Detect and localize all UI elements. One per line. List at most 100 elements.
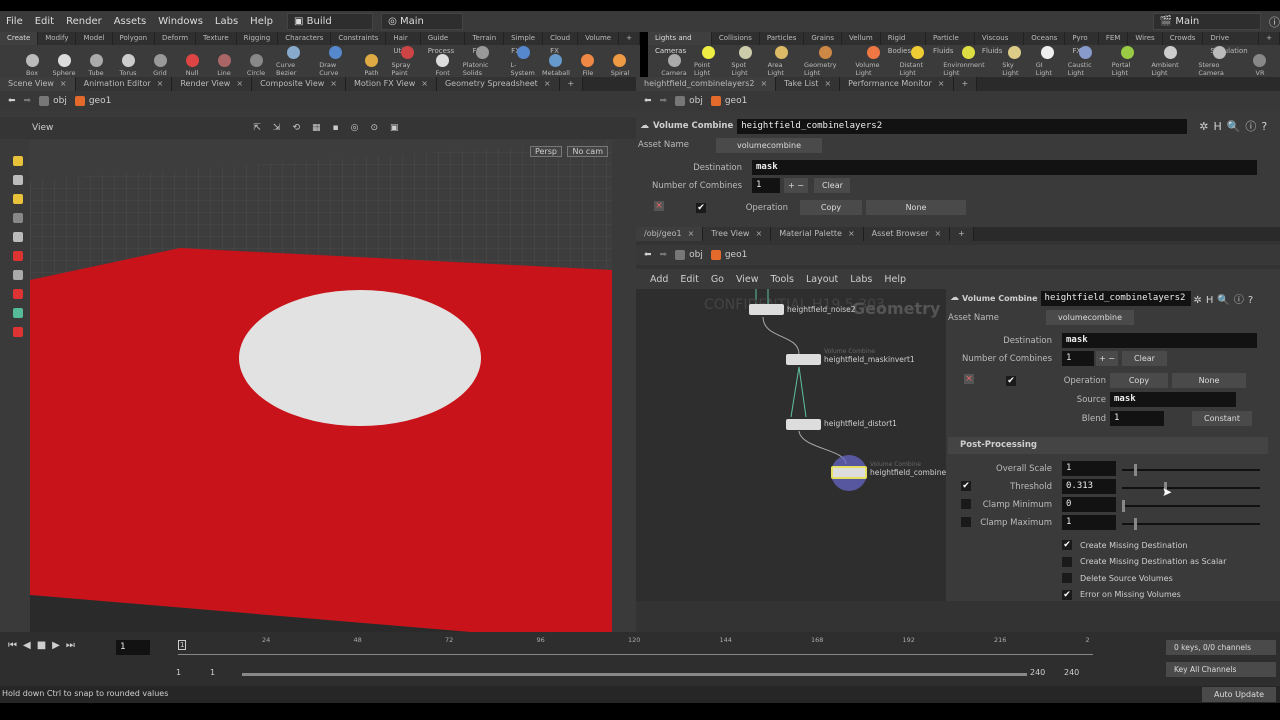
shelf-tab[interactable]: Rigging bbox=[237, 32, 279, 45]
enable-checkbox[interactable]: ✔ bbox=[696, 203, 706, 213]
clear-button[interactable]: Clear bbox=[814, 178, 850, 193]
option-checkbox[interactable]: ✔ bbox=[1062, 589, 1072, 600]
shelf-tool[interactable]: Null bbox=[180, 54, 204, 77]
blend-field[interactable]: 1 bbox=[1110, 411, 1164, 426]
option-row[interactable]: Delete Source Volumes bbox=[1062, 570, 1226, 587]
back-arrow-icon[interactable]: ⬅ bbox=[644, 250, 652, 260]
shelf-tab[interactable]: Characters bbox=[278, 32, 332, 45]
add-remove-buttons[interactable]: + − bbox=[1096, 351, 1118, 366]
pane-tab[interactable]: Material Palette × bbox=[771, 227, 864, 241]
pane-tab[interactable]: Asset Browser × bbox=[863, 227, 951, 241]
shelf-tab[interactable]: Hair Utils bbox=[386, 32, 421, 55]
close-icon[interactable]: × bbox=[755, 229, 762, 238]
network-menu-item[interactable]: Tools bbox=[771, 274, 794, 285]
pane-tab[interactable]: Composite View × bbox=[252, 77, 346, 91]
add-tab-icon[interactable]: + bbox=[559, 77, 584, 91]
close-icon[interactable]: × bbox=[60, 79, 67, 88]
crumb-obj[interactable]: obj bbox=[675, 96, 703, 106]
menu-windows[interactable]: Windows bbox=[152, 16, 209, 27]
help-icon[interactable]: ⓘ bbox=[1269, 14, 1280, 30]
shelf-tab[interactable]: Viscous Fluids bbox=[975, 32, 1025, 55]
keys-display[interactable]: 0 keys, 0/0 channels bbox=[1166, 640, 1276, 655]
crumb-geo1[interactable]: geo1 bbox=[710, 250, 747, 260]
shelf-tab[interactable]: Guide Process bbox=[421, 32, 466, 55]
shelf-tab[interactable]: Particles bbox=[760, 32, 805, 45]
paint-icon[interactable] bbox=[13, 270, 23, 280]
viewport-tool-icons[interactable]: ⇱⇲⟲▦▪◎⊙▣ bbox=[253, 123, 410, 133]
crumb-geo1[interactable]: geo1 bbox=[74, 96, 111, 106]
network-menu-item[interactable]: Labs bbox=[850, 274, 872, 285]
add-remove-buttons[interactable]: + − bbox=[784, 178, 808, 193]
shelf-tab[interactable]: Particle Fluids bbox=[926, 32, 975, 55]
handle-icon[interactable] bbox=[13, 232, 23, 242]
shelf-tool[interactable]: Stereo Camera bbox=[1198, 46, 1240, 77]
shelf-tool[interactable]: Draw Curve bbox=[319, 46, 351, 77]
close-icon[interactable]: × bbox=[934, 229, 941, 238]
playback-controls[interactable]: ⏮◀■▶⏭ bbox=[8, 640, 81, 651]
shelf-tab[interactable]: Polygon bbox=[113, 32, 156, 45]
operation-mode-select[interactable]: None bbox=[866, 200, 966, 215]
menu-edit[interactable]: Edit bbox=[29, 16, 60, 27]
pane-tab[interactable]: Performance Monitor × bbox=[840, 77, 954, 91]
option-checkbox[interactable]: ✔ bbox=[1062, 540, 1072, 551]
node-heightfield-combinelayers2[interactable] bbox=[831, 466, 867, 479]
shelf-tab[interactable]: Simple FX bbox=[504, 32, 544, 55]
pane-tab[interactable]: Geometry Spreadsheet × bbox=[436, 77, 560, 91]
shelf-tab[interactable]: Rigid Bodies bbox=[881, 32, 926, 55]
range-slider[interactable] bbox=[242, 673, 1027, 676]
node-name-field[interactable]: heightfield_combinelayers2 bbox=[1040, 290, 1191, 306]
shelf-tab[interactable]: Create bbox=[0, 32, 39, 45]
shelf-tool[interactable]: Path bbox=[360, 54, 384, 77]
shelf-tool[interactable]: Caustic Light bbox=[1068, 46, 1104, 77]
shelf-tool[interactable]: Spray Paint bbox=[392, 46, 423, 77]
node-heightfield-maskinvert1[interactable] bbox=[786, 354, 821, 365]
pane-tab[interactable]: Animation Editor × bbox=[75, 77, 173, 91]
close-icon[interactable]: × bbox=[824, 79, 831, 88]
desktop-select[interactable]: ▣ Build bbox=[286, 13, 374, 30]
pane-tab[interactable]: Render View × bbox=[172, 77, 253, 91]
node-header-icons[interactable]: ✲H🔍ⓘ? bbox=[1199, 118, 1272, 134]
close-icon[interactable]: × bbox=[848, 229, 855, 238]
shelf-tool[interactable]: Geometry Light bbox=[804, 46, 847, 77]
source-field[interactable]: mask bbox=[1110, 392, 1236, 407]
destination-field[interactable]: mask bbox=[1062, 333, 1257, 348]
menu-help[interactable]: Help bbox=[244, 16, 279, 27]
shelf-tab[interactable]: Pyro FX bbox=[1065, 32, 1099, 55]
network-menu-item[interactable]: Go bbox=[711, 274, 724, 285]
shelf-tab[interactable]: Modify bbox=[38, 32, 77, 45]
shelf-tool[interactable]: L-System bbox=[511, 46, 536, 77]
clamp-min-slider[interactable] bbox=[1122, 500, 1260, 512]
shelf-tab[interactable]: Drive Simulation bbox=[1203, 32, 1260, 55]
shelf-tab[interactable]: Oceans bbox=[1024, 32, 1066, 45]
pane-tab[interactable]: Scene View × bbox=[0, 77, 76, 91]
enable-checkbox[interactable]: ✔ bbox=[1006, 376, 1016, 386]
scale-icon[interactable] bbox=[13, 213, 23, 223]
shelf-tool[interactable]: Spot Light bbox=[731, 46, 759, 77]
shelf-tab[interactable]: Grains bbox=[804, 32, 842, 45]
overall-scale-slider[interactable] bbox=[1122, 464, 1260, 476]
post-processing-section[interactable]: Post-Processing bbox=[948, 437, 1268, 454]
forward-arrow-icon[interactable]: ➡ bbox=[660, 250, 668, 260]
shelf-tool[interactable]: Metaball bbox=[542, 54, 570, 77]
menu-labs[interactable]: Labs bbox=[209, 16, 244, 27]
current-frame-field[interactable]: 1 bbox=[116, 640, 150, 655]
range-start-field[interactable]: 1 bbox=[176, 668, 181, 677]
shelf-tab[interactable]: Texture bbox=[196, 32, 237, 45]
snap-icon[interactable] bbox=[13, 308, 23, 318]
node-heightfield-distort1[interactable] bbox=[786, 419, 821, 430]
threshold-slider[interactable] bbox=[1122, 482, 1260, 494]
shelf-tab[interactable]: FEM bbox=[1099, 32, 1129, 45]
shelf-tool[interactable]: Area Light bbox=[768, 46, 796, 77]
back-arrow-icon[interactable]: ⬅ bbox=[8, 96, 16, 106]
close-icon[interactable]: × bbox=[544, 79, 551, 88]
camera-button[interactable]: No cam bbox=[567, 146, 608, 157]
combines-field[interactable]: 1 bbox=[1062, 351, 1094, 366]
playhead[interactable]: 1 bbox=[178, 640, 187, 650]
viewport[interactable]: Persp No cam bbox=[30, 140, 612, 632]
clamp-max-slider[interactable] bbox=[1122, 518, 1260, 530]
option-row[interactable]: ✔ Error on Missing Volumes bbox=[1062, 587, 1226, 604]
shelf-tool[interactable]: Portal Light bbox=[1112, 46, 1144, 77]
shelf-tool[interactable]: File bbox=[576, 54, 600, 77]
shelf-tool[interactable]: Torus bbox=[116, 54, 140, 77]
shelf-tab[interactable]: Cloud FX bbox=[543, 32, 579, 55]
